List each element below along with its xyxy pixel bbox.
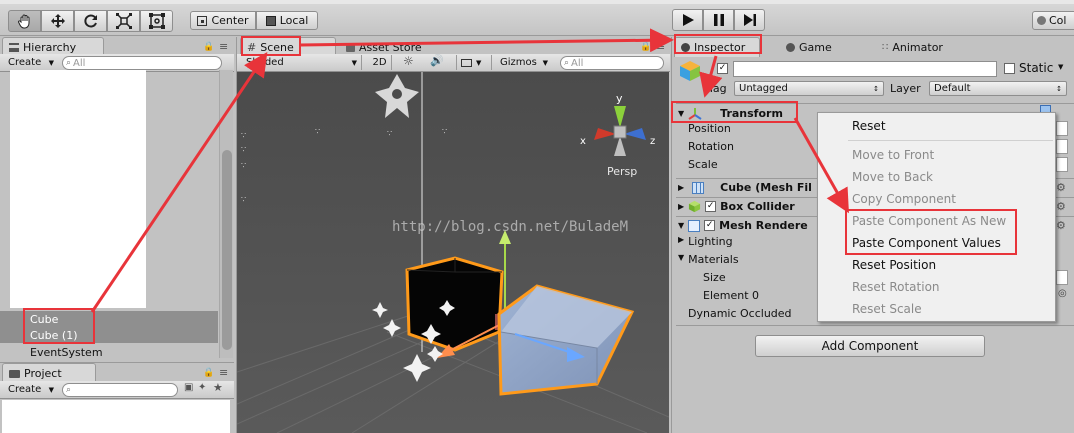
annotation-arrows: [90, 28, 849, 313]
